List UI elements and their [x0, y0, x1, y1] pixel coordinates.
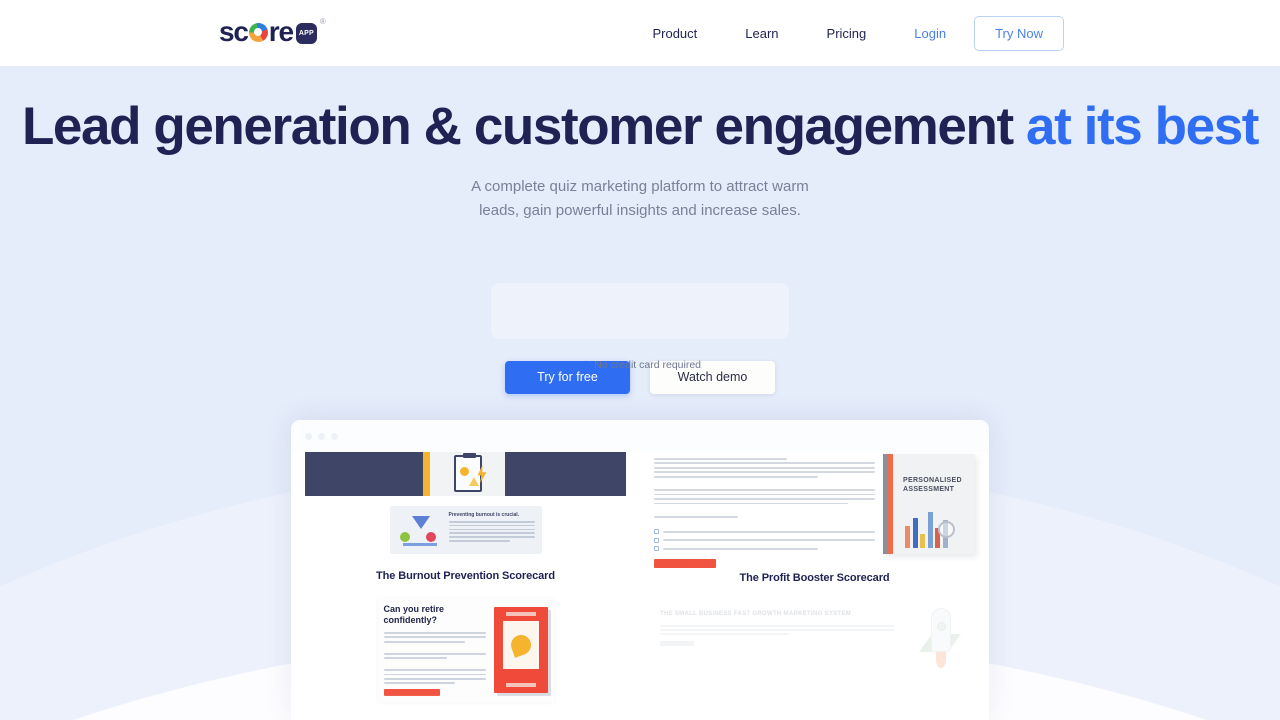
hero-subheading: A complete quiz marketing platform to at… — [471, 178, 809, 219]
funnel-icon — [411, 516, 430, 529]
strip-yellow-accent — [423, 452, 430, 496]
burnout-hero-strip — [305, 452, 626, 496]
window-maximize-dot-icon[interactable] — [331, 432, 338, 440]
landing-page: sc re APP ® Product Learn Pricing Login T… — [0, 0, 1280, 720]
scorecard-column-right: PERSONALISED ASSESSMENT The Profit Boost… — [640, 452, 989, 720]
cover-spine-cream — [893, 454, 897, 554]
book-bottom-band — [505, 683, 536, 687]
retire-text-lines — [383, 632, 486, 685]
personalised-assessment-cover: PERSONALISED ASSESSMENT — [883, 454, 975, 554]
lightning-bolt-icon — [477, 465, 487, 483]
book-inner-panel — [502, 621, 539, 669]
burnout-mini-text: Preventing burnout is crucial. — [448, 512, 535, 548]
logo-text-re: re — [268, 16, 294, 47]
clipboard-triangle-icon — [468, 477, 479, 486]
logo-registered-mark: ® — [319, 17, 326, 26]
rocket-icon — [905, 602, 975, 672]
burnout-mini-card: Preventing burnout is crucial. — [389, 506, 542, 554]
checkbox-icon[interactable] — [654, 537, 659, 543]
checklist-row — [654, 529, 875, 535]
nav-item-product[interactable]: Product — [628, 26, 721, 41]
retire-preview-card: Can you retire confidently? — [377, 598, 554, 702]
page-title: Lead generation & customer engagement at… — [0, 100, 1280, 153]
browser-content: Preventing burnout is crucial. The Burno… — [291, 452, 989, 720]
growth-text-block: THE SMALL BUSINESS FAST GROWTH MARKETING… — [660, 602, 895, 672]
check-icon: ✔ — [578, 359, 589, 371]
red-dot-icon — [425, 532, 436, 542]
main-navigation: Product Learn Pricing Login Try Now — [628, 0, 1064, 66]
browser-titlebar — [291, 420, 989, 452]
headline-main: Lead generation & customer engagement — [21, 97, 1027, 156]
try-now-button[interactable]: Try Now — [974, 15, 1064, 51]
no-credit-card-note: ✔ No credit card required — [0, 358, 1280, 372]
placeholder-text-lines — [448, 521, 535, 542]
checklist-row — [654, 537, 875, 543]
green-dot-icon — [399, 532, 410, 542]
base-line — [402, 543, 437, 546]
funnel-illustration-icon — [397, 512, 443, 548]
site-header: sc re APP ® Product Learn Pricing Login T… — [0, 0, 1280, 66]
book-top-band — [505, 612, 536, 616]
hero-section: Lead generation & customer engagement at… — [0, 66, 1280, 394]
checkbox-icon[interactable] — [654, 529, 659, 535]
growth-cta-button[interactable] — [660, 640, 694, 646]
nav-item-pricing[interactable]: Pricing — [803, 26, 891, 41]
headline-accent: at its best — [1026, 97, 1259, 156]
growth-heading: THE SMALL BUSINESS FAST GROWTH MARKETING… — [660, 611, 851, 617]
window-minimize-dot-icon[interactable] — [318, 432, 325, 440]
retire-text-block: Can you retire confidently? — [383, 604, 486, 697]
product-screenshot-window: Preventing burnout is crucial. The Burno… — [291, 420, 989, 720]
clipboard-dot-icon — [459, 467, 469, 476]
clipboard-icon — [453, 453, 487, 492]
rocket-flame — [936, 652, 946, 668]
strip-navy-left — [305, 452, 423, 496]
book-graphic-icon — [507, 632, 534, 658]
clipboard-icon-area — [430, 452, 505, 496]
profit-text-lines — [654, 458, 875, 526]
strip-navy-right — [505, 452, 626, 496]
window-close-dot-icon[interactable] — [305, 432, 312, 440]
checkbox-icon[interactable] — [654, 546, 659, 552]
card-title-burnout: The Burnout Prevention Scorecard — [376, 570, 555, 582]
nav-item-learn[interactable]: Learn — [721, 26, 802, 41]
logo-text-sc: sc — [219, 16, 249, 47]
growth-system-preview-card: THE SMALL BUSINESS FAST GROWTH MARKETING… — [654, 602, 975, 672]
bar-1 — [905, 526, 910, 548]
burnout-preview-image: Preventing burnout is crucial. — [305, 452, 626, 554]
burnout-mini-title: Preventing burnout is crucial. — [448, 512, 520, 518]
retire-book-cover — [493, 607, 548, 693]
logo-wordmark: sc re — [219, 16, 294, 47]
checklist-row — [654, 546, 875, 552]
logo-colorwheel-icon — [248, 22, 268, 42]
card-title-profit: The Profit Booster Scorecard — [739, 572, 890, 584]
logo-app-badge: APP — [295, 23, 317, 44]
retire-cta-button[interactable] — [383, 689, 440, 697]
bar-4 — [927, 512, 933, 548]
profit-preview-image: PERSONALISED ASSESSMENT — [654, 452, 975, 569]
nav-item-login[interactable]: Login — [890, 26, 974, 41]
bar-3 — [920, 534, 925, 548]
bar-2 — [912, 518, 918, 548]
assessment-cover-title: PERSONALISED ASSESSMENT — [903, 477, 962, 493]
growth-text-lines — [660, 625, 895, 635]
magnifier-icon — [938, 521, 955, 538]
profit-cta-button[interactable] — [654, 559, 716, 569]
logo-app-badge-label: APP — [298, 30, 314, 37]
scorecard-column-left: Preventing burnout is crucial. The Burno… — [291, 452, 640, 720]
cta-panel — [491, 283, 789, 339]
rocket-window — [937, 622, 946, 631]
no-credit-card-label: No credit card required — [594, 358, 702, 371]
retire-heading: Can you retire confidently? — [383, 604, 445, 625]
logo[interactable]: sc re APP ® — [219, 17, 326, 47]
profit-text-block — [654, 454, 875, 569]
